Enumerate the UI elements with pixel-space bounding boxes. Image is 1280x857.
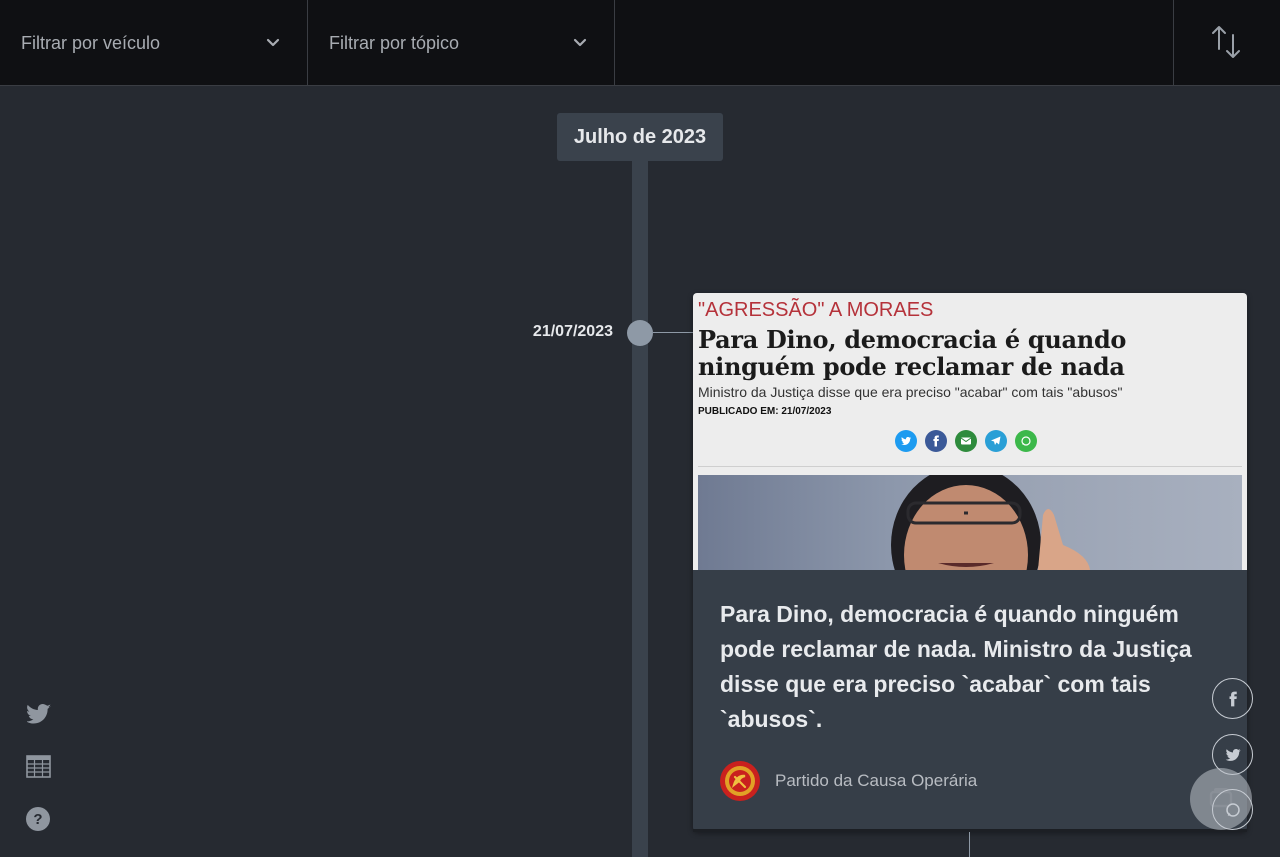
facebook-icon — [925, 430, 947, 452]
card-body: Para Dino, democracia é quando ninguém p… — [693, 570, 1247, 831]
email-icon — [955, 430, 977, 452]
table-icon — [26, 755, 51, 778]
timeline-track — [632, 161, 648, 857]
sort-button[interactable] — [1173, 0, 1280, 86]
twitter-icon — [27, 704, 51, 724]
whatsapp-icon — [1225, 802, 1240, 817]
timeline-node[interactable] — [627, 320, 653, 346]
preview-subheadline: Ministro da Justiça disse que era precis… — [698, 384, 1123, 400]
twitter-icon — [1225, 748, 1241, 761]
top-bar: Filtrar por veículo Filtrar por tópico — [0, 0, 1280, 86]
chevron-down-icon — [573, 38, 587, 47]
source-logo — [720, 761, 760, 801]
facebook-icon — [1229, 691, 1237, 706]
share-facebook-button[interactable] — [1212, 678, 1253, 719]
table-view-link[interactable] — [26, 755, 51, 778]
preview-headline: Para Dino, democracia é quando ninguém p… — [698, 325, 1127, 381]
topic-filter-placeholder: Filtrar por tópico — [329, 32, 460, 53]
entry-date: 21/07/2023 — [532, 323, 613, 340]
share-whatsapp-button[interactable] — [1212, 789, 1253, 830]
sort-arrows-icon — [1212, 26, 1240, 58]
help-icon[interactable]: ? — [26, 807, 50, 831]
vehicle-filter-placeholder: Filtrar por veículo — [21, 32, 161, 53]
timeline-branch-line — [969, 832, 970, 857]
preview-divider — [698, 466, 1242, 467]
chevron-down-icon — [266, 38, 280, 47]
preview-published-date: PUBLICADO EM: 21/07/2023 — [698, 406, 832, 417]
news-card[interactable]: "AGRESSÃO" A MORAES Para Dino, democraci… — [693, 293, 1247, 831]
twitter-icon — [895, 430, 917, 452]
source-name: Partido da Causa Operária — [775, 771, 978, 790]
source-attribution[interactable]: Partido da Causa Operária — [720, 761, 977, 801]
card-summary-text[interactable]: Para Dino, democracia é quando ninguém p… — [720, 597, 1220, 737]
preview-kicker: "AGRESSÃO" A MORAES — [698, 299, 934, 321]
month-heading: Julho de 2023 — [557, 113, 723, 161]
article-photo — [698, 475, 1242, 570]
timeline-connector — [653, 332, 693, 333]
card-shadow-edge — [693, 829, 1247, 832]
whatsapp-icon — [1015, 430, 1037, 452]
vehicle-filter-select[interactable]: Filtrar por veículo — [0, 0, 308, 86]
topic-filter-select[interactable]: Filtrar por tópico — [308, 0, 615, 86]
twitter-link[interactable] — [27, 703, 51, 725]
preview-share-icons — [895, 430, 1037, 452]
article-preview-image[interactable]: "AGRESSÃO" A MORAES Para Dino, democraci… — [693, 293, 1247, 570]
telegram-icon — [985, 430, 1007, 452]
